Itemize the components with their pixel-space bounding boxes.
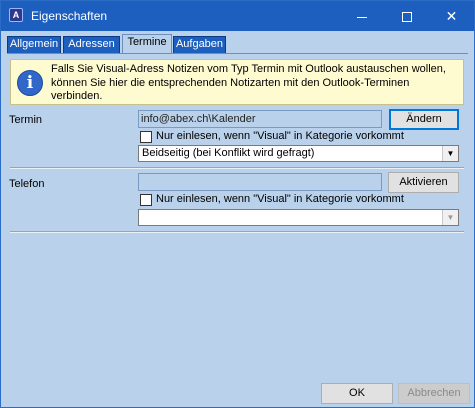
- termin-visual-checkbox-label: Nur einlesen, wenn "Visual" in Kategorie…: [156, 130, 404, 142]
- close-icon: ✕: [445, 8, 458, 24]
- telefon-activate-button[interactable]: Aktivieren: [388, 172, 459, 193]
- maximize-icon: [401, 12, 412, 23]
- app-icon: A: [9, 8, 23, 22]
- info-icon: i: [17, 70, 43, 96]
- chevron-down-icon[interactable]: ▼: [442, 146, 458, 161]
- tab-termine[interactable]: Termine: [122, 34, 172, 54]
- tab-adressen[interactable]: Adressen: [63, 36, 120, 53]
- chevron-down-icon[interactable]: ▼: [442, 210, 458, 225]
- telefon-label: Telefon: [9, 178, 45, 190]
- termin-sync-mode-value: Beidseitig (bei Konflikt wird gefragt): [142, 147, 315, 159]
- info-text: Falls Sie Visual-Adress Notizen vom Typ …: [51, 63, 446, 102]
- termin-visual-checkbox[interactable]: [140, 131, 152, 143]
- title-bar[interactable]: A Eigenschaften ✕: [1, 1, 474, 31]
- minimize-button[interactable]: [339, 1, 384, 31]
- termin-sync-mode-select[interactable]: Beidseitig (bei Konflikt wird gefragt) ▼: [138, 145, 459, 162]
- properties-dialog: A Eigenschaften ✕ Allgemein Adressen Ter…: [0, 0, 475, 408]
- telefon-field[interactable]: [138, 173, 382, 191]
- cancel-button[interactable]: Abbrechen: [398, 383, 470, 404]
- telefon-visual-checkbox-label: Nur einlesen, wenn "Visual" in Kategorie…: [156, 193, 404, 205]
- section-divider: [10, 231, 464, 233]
- section-divider: [10, 167, 464, 169]
- minimize-icon: [356, 16, 367, 18]
- telefon-visual-checkbox[interactable]: [140, 194, 152, 206]
- tab-aufgaben[interactable]: Aufgaben: [173, 36, 226, 53]
- telefon-visual-checkbox-row[interactable]: Nur einlesen, wenn "Visual" in Kategorie…: [140, 193, 440, 207]
- tab-panel-termine: i Falls Sie Visual-Adress Notizen vom Ty…: [7, 53, 468, 378]
- window-title: Eigenschaften: [31, 9, 108, 23]
- maximize-button[interactable]: [384, 1, 429, 31]
- termin-visual-checkbox-row[interactable]: Nur einlesen, wenn "Visual" in Kategorie…: [140, 130, 440, 144]
- termin-label: Termin: [9, 114, 43, 126]
- termin-calendar-field[interactable]: info@abex.ch\Kalender: [138, 110, 382, 128]
- termin-change-button[interactable]: Ändern: [389, 109, 459, 130]
- tab-allgemein[interactable]: Allgemein: [7, 36, 61, 53]
- info-box: i Falls Sie Visual-Adress Notizen vom Ty…: [10, 59, 464, 105]
- close-button[interactable]: ✕: [429, 1, 474, 31]
- ok-button[interactable]: OK: [321, 383, 393, 404]
- telefon-sync-mode-select[interactable]: ▼: [138, 209, 459, 226]
